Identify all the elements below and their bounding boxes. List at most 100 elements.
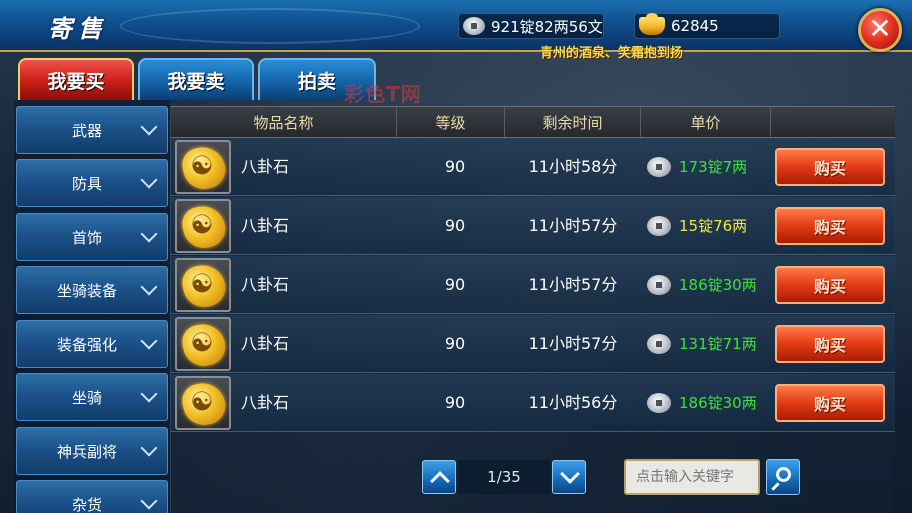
item-slot[interactable]	[175, 317, 231, 371]
search-icon	[776, 467, 791, 482]
item-level: 90	[444, 275, 466, 294]
table-row[interactable]: 八卦石 90 11小时58分 173锭7两 购买	[171, 138, 895, 196]
bagua-stone-icon	[179, 261, 229, 311]
bagua-stone-icon	[179, 379, 229, 429]
category-enhancement[interactable]: 装备强化	[16, 320, 168, 368]
silver-balance-value: 921锭82两56文	[491, 17, 603, 36]
chevron-down-icon	[560, 464, 580, 484]
table-row[interactable]: 八卦石 90 11小时57分 186锭30两 购买	[171, 256, 895, 314]
header-item-name: 物品名称	[171, 107, 397, 139]
bagua-stone-icon	[179, 202, 229, 252]
category-label: 神兵副将	[56, 442, 117, 461]
consignment-window: 寄售 921锭82两56文 62845 青州的酒泉、笑霜抱到扬 ✕ 我要买 我要…	[0, 0, 912, 513]
item-slot[interactable]	[175, 140, 231, 194]
item-price: 186锭30两	[679, 276, 757, 294]
bagua-stone-icon	[179, 320, 229, 370]
buy-button[interactable]: 购买	[775, 207, 885, 245]
category-label: 杂货	[71, 495, 102, 513]
chevron-down-icon	[137, 106, 167, 154]
item-slot[interactable]	[175, 376, 231, 430]
category-weapons[interactable]: 武器	[16, 106, 168, 154]
buy-button[interactable]: 购买	[775, 266, 885, 304]
item-price: 173锭7两	[679, 158, 748, 176]
category-label: 装备强化	[56, 335, 117, 354]
header-level: 等级	[397, 107, 505, 139]
silver-coin-icon	[647, 216, 671, 236]
item-level: 90	[444, 216, 466, 235]
title-bar-decoration	[120, 8, 420, 44]
header-unit-price: 单价	[641, 107, 771, 139]
item-slot[interactable]	[175, 199, 231, 253]
table-row[interactable]: 八卦石 90 11小时57分 15锭76两 购买	[171, 197, 895, 255]
item-level: 90	[444, 393, 466, 412]
buy-button[interactable]: 购买	[775, 148, 885, 186]
category-label: 武器	[71, 121, 102, 140]
silver-coin-icon	[647, 334, 671, 354]
chevron-down-icon	[137, 159, 167, 207]
chevron-down-icon	[137, 427, 167, 475]
item-level: 90	[444, 157, 466, 176]
item-time-left: 11小时57分	[528, 216, 618, 235]
category-label: 坐骑装备	[56, 281, 117, 300]
chevron-down-icon	[137, 266, 167, 314]
table-header: 物品名称 等级 剩余时间 单价	[171, 106, 895, 139]
header-time-left: 剩余时间	[505, 107, 641, 139]
buy-button[interactable]: 购买	[775, 325, 885, 363]
item-price: 15锭76两	[679, 217, 748, 235]
item-name: 八卦石	[241, 275, 290, 294]
listing-panel: 物品名称 等级 剩余时间 单价 八卦石 90 11小时58分 173锭7两 购买…	[170, 106, 895, 513]
header-action	[771, 107, 895, 139]
search-icon-handle	[771, 482, 780, 491]
chevron-down-icon	[137, 213, 167, 261]
chevron-down-icon	[137, 480, 167, 513]
chevron-down-icon	[137, 320, 167, 368]
category-armor[interactable]: 防具	[16, 159, 168, 207]
item-time-left: 11小时58分	[528, 157, 618, 176]
page-indicator: 1/35	[458, 460, 550, 494]
buy-button[interactable]: 购买	[775, 384, 885, 422]
gold-ingot-icon	[639, 13, 665, 35]
category-label: 首饰	[71, 228, 102, 247]
silver-coin-icon	[647, 275, 671, 295]
watermark: 彩色T网	[344, 82, 422, 106]
category-misc[interactable]: 杂货	[16, 480, 168, 513]
title-bar: 寄售 921锭82两56文 62845	[0, 0, 912, 52]
window-title: 寄售	[48, 14, 108, 43]
bagua-stone-icon	[179, 143, 229, 193]
close-icon: ✕	[868, 12, 892, 45]
category-jewelry[interactable]: 首饰	[16, 213, 168, 261]
tab-buy[interactable]: 我要买	[18, 58, 134, 100]
silver-balance: 921锭82两56文	[458, 13, 604, 39]
item-slot[interactable]	[175, 258, 231, 312]
category-divine-generals[interactable]: 神兵副将	[16, 427, 168, 475]
item-level: 90	[444, 334, 466, 353]
gold-balance-value: 62845	[671, 17, 719, 35]
chevron-down-icon	[137, 373, 167, 421]
category-label: 防具	[71, 174, 102, 193]
silver-coin-icon	[647, 157, 671, 177]
tab-sell[interactable]: 我要卖	[138, 58, 254, 100]
prev-page-button[interactable]	[422, 460, 456, 494]
item-time-left: 11小时57分	[528, 275, 618, 294]
scrolling-notice: 青州的酒泉、笑霜抱到扬	[540, 46, 684, 61]
category-label: 坐骑	[71, 388, 102, 407]
item-time-left: 11小时56分	[528, 393, 618, 412]
item-name: 八卦石	[241, 334, 290, 353]
next-page-button[interactable]	[552, 460, 586, 494]
close-button[interactable]: ✕	[858, 8, 902, 52]
item-name: 八卦石	[241, 393, 290, 412]
item-price: 131锭71两	[679, 335, 757, 353]
category-mount-gear[interactable]: 坐骑装备	[16, 266, 168, 314]
item-time-left: 11小时57分	[528, 334, 618, 353]
item-price: 186锭30两	[679, 394, 757, 412]
table-row[interactable]: 八卦石 90 11小时56分 186锭30两 购买	[171, 374, 895, 432]
chevron-up-icon	[430, 471, 450, 491]
table-row[interactable]: 八卦石 90 11小时57分 131锭71两 购买	[171, 315, 895, 373]
category-sidebar: 武器 防具 首饰 坐骑装备 装备强化 坐骑 神兵副将 杂货	[14, 100, 170, 513]
item-name: 八卦石	[241, 157, 290, 176]
category-mounts[interactable]: 坐骑	[16, 373, 168, 421]
search-input[interactable]	[624, 459, 760, 495]
search-button[interactable]	[766, 459, 800, 495]
gold-balance: 62845	[634, 13, 780, 39]
silver-coin-icon	[463, 17, 485, 35]
